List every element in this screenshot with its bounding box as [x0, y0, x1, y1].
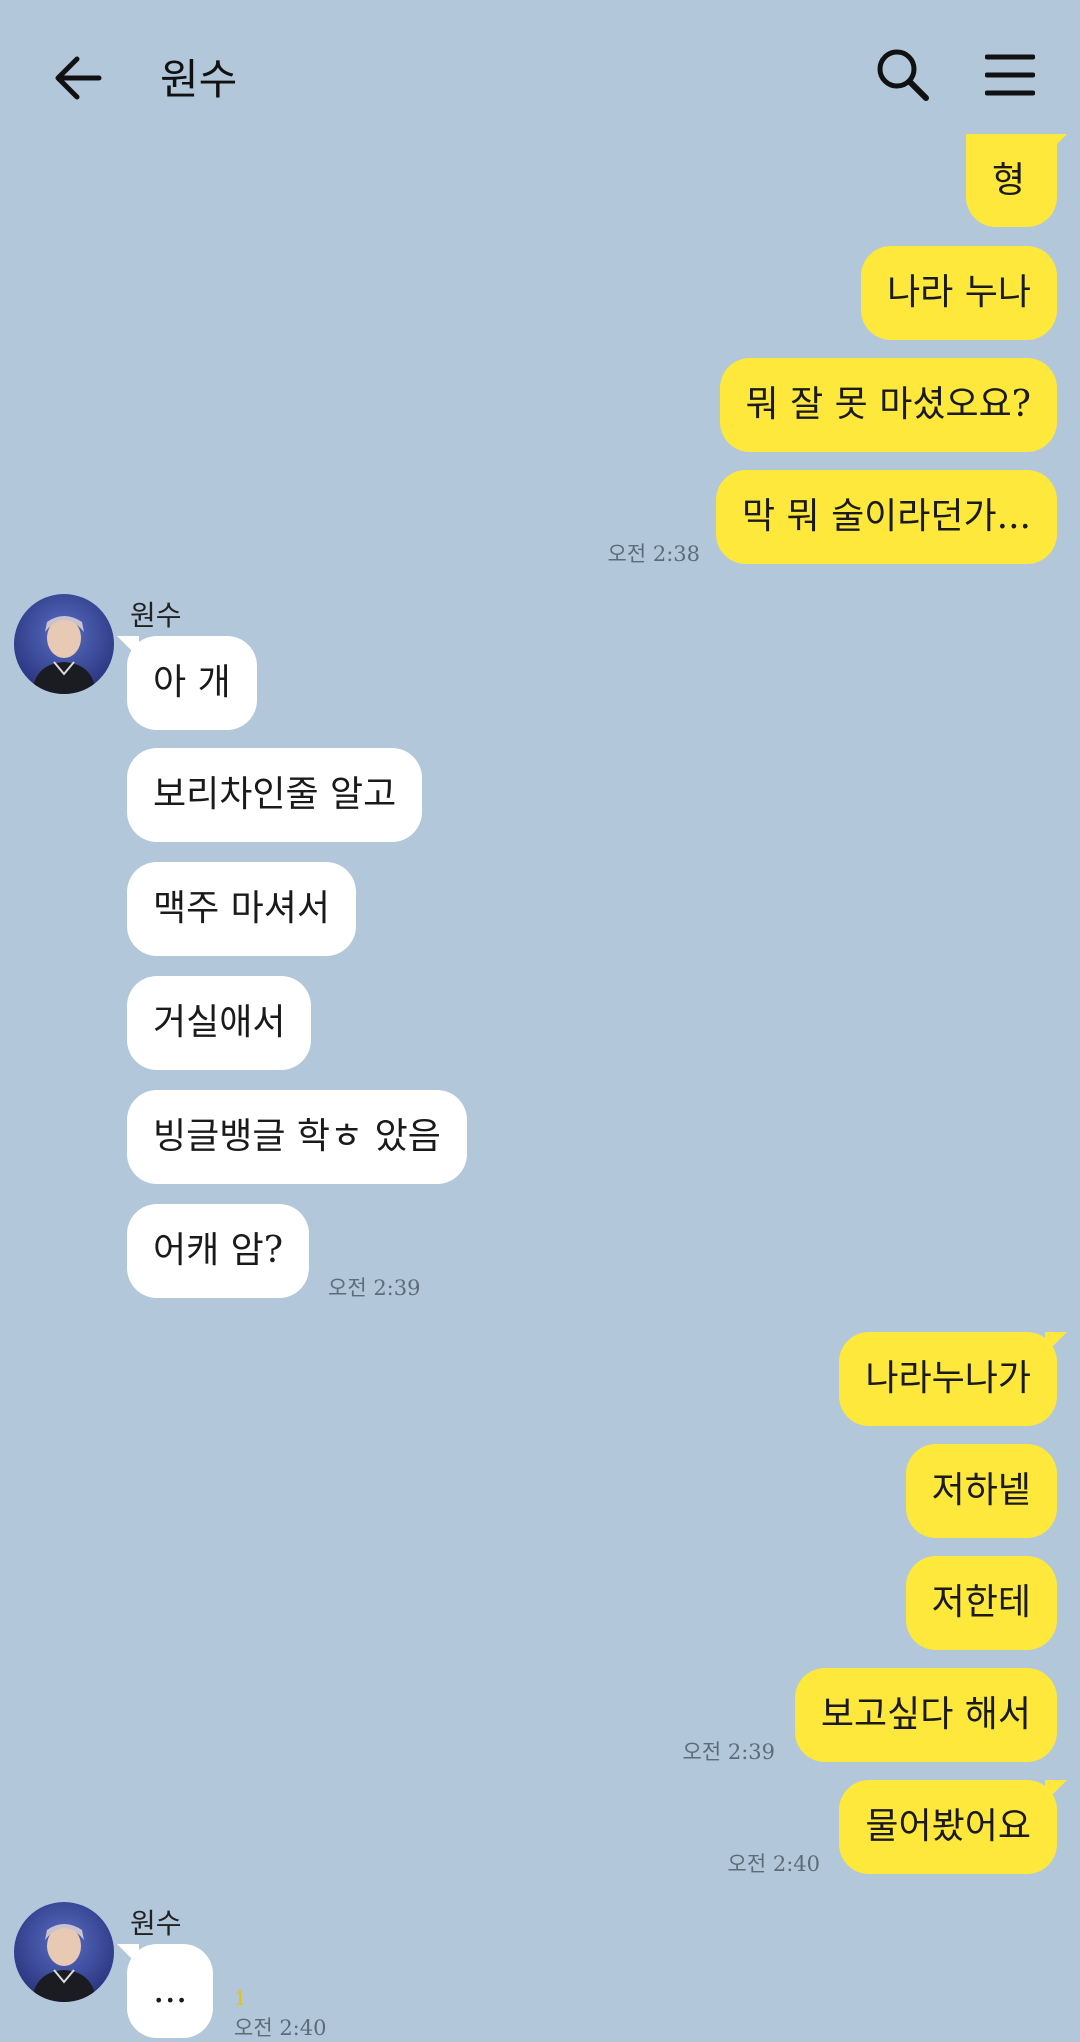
- arrow-left-icon: [55, 56, 102, 100]
- my-message[interactable]: 형: [966, 134, 1067, 227]
- their-message[interactable]: 거실애서: [127, 976, 312, 1070]
- their-message[interactable]: 어캐 암?: [127, 1204, 310, 1298]
- sender-name: 원수: [130, 1907, 182, 1940]
- message-text: 형: [992, 160, 1026, 201]
- back-button[interactable]: [40, 40, 116, 116]
- their-message[interactable]: ...: [116, 1944, 214, 2038]
- message-text: ...: [153, 1970, 188, 2011]
- their-message[interactable]: 빙글뱅글 학ㅎ 았음: [127, 1090, 467, 1184]
- message-text: 물어봤어요: [865, 1806, 1031, 1847]
- search-button[interactable]: [868, 40, 938, 110]
- message-time: 오전 2:39: [328, 1276, 421, 1300]
- message-text: 보리차인줄 알고: [153, 774, 397, 815]
- chat-header: 원수: [0, 0, 1080, 150]
- message-time: 오전 2:40: [234, 2016, 327, 2040]
- my-message[interactable]: 막 뭐 술이라던가...: [715, 470, 1057, 564]
- search-icon: [877, 49, 929, 101]
- avatar[interactable]: [14, 1902, 114, 2002]
- message-time: 오전 2:40: [727, 1852, 820, 1876]
- their-message[interactable]: 맥주 마셔서: [127, 862, 357, 956]
- message-text: 저한테: [931, 1582, 1031, 1623]
- my-message[interactable]: 저한테: [905, 1556, 1057, 1650]
- their-message[interactable]: 아 개: [117, 636, 257, 730]
- profile-photo-icon: [14, 1902, 114, 2002]
- message-time: 오전 2:39: [682, 1740, 775, 1764]
- my-message[interactable]: 물어봤어요: [839, 1780, 1067, 1874]
- message-text: 어캐 암?: [153, 1230, 284, 1271]
- my-message[interactable]: 보고싶다 해서: [794, 1668, 1057, 1762]
- my-message[interactable]: 나라 누나: [861, 246, 1057, 340]
- message-text: 보고싶다 해서: [820, 1694, 1031, 1735]
- message-text: 막 뭐 술이라던가...: [741, 496, 1031, 537]
- message-text: 나라 누나: [887, 272, 1031, 313]
- message-time: 오전 2:38: [607, 542, 700, 566]
- message-text: 저하넽: [931, 1470, 1031, 1511]
- my-message[interactable]: 뭐 잘 못 마셨오요?: [719, 358, 1057, 452]
- my-message[interactable]: 나라누나가: [839, 1332, 1067, 1426]
- sender-name: 원수: [130, 599, 182, 632]
- hamburger-menu-icon: [985, 54, 1035, 96]
- message-text: 빙글뱅글 학ㅎ 았음: [153, 1116, 441, 1157]
- unread-count: 1: [234, 1986, 247, 2010]
- message-text: 나라누나가: [865, 1358, 1031, 1399]
- profile-photo-icon: [14, 594, 114, 694]
- message-text: 뭐 잘 못 마셨오요?: [745, 384, 1031, 425]
- menu-button[interactable]: [975, 40, 1045, 110]
- message-text: 맥주 마셔서: [153, 888, 331, 929]
- message-text: 아 개: [153, 662, 231, 703]
- message-text: 거실애서: [153, 1002, 286, 1043]
- avatar[interactable]: [14, 594, 114, 694]
- chat-title: 원수: [160, 55, 238, 104]
- their-message[interactable]: 보리차인줄 알고: [127, 748, 423, 842]
- my-message[interactable]: 저하넽: [905, 1444, 1057, 1538]
